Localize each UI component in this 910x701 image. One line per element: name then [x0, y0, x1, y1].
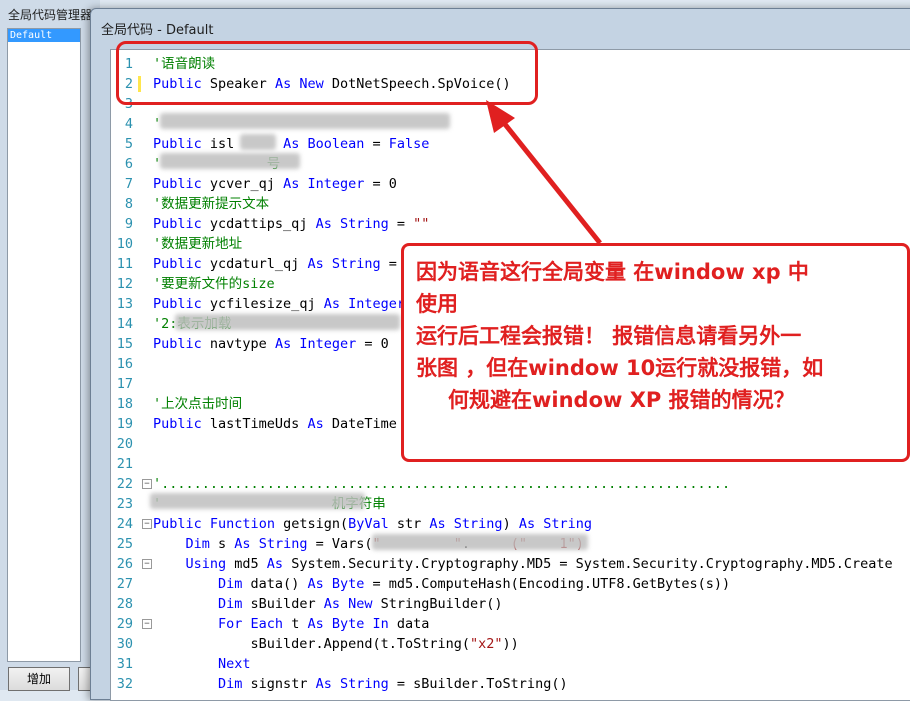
annotation-callout: 因为语音这行全局变量 在window xp 中 使用 运行后工程会报错！ 报错信… — [401, 243, 910, 462]
callout-line: 张图 ，但在window 10运行就没报错，如 — [416, 356, 824, 380]
callout-line: 何规避在window XP 报错的情况？ — [448, 388, 795, 412]
callout-line: 运行后工程会报错！ 报错信息请看另外一 — [416, 324, 802, 348]
callout-line: 使用 — [416, 292, 458, 316]
callout-line: 因为语音这行全局变量 在window xp 中 — [416, 260, 809, 284]
